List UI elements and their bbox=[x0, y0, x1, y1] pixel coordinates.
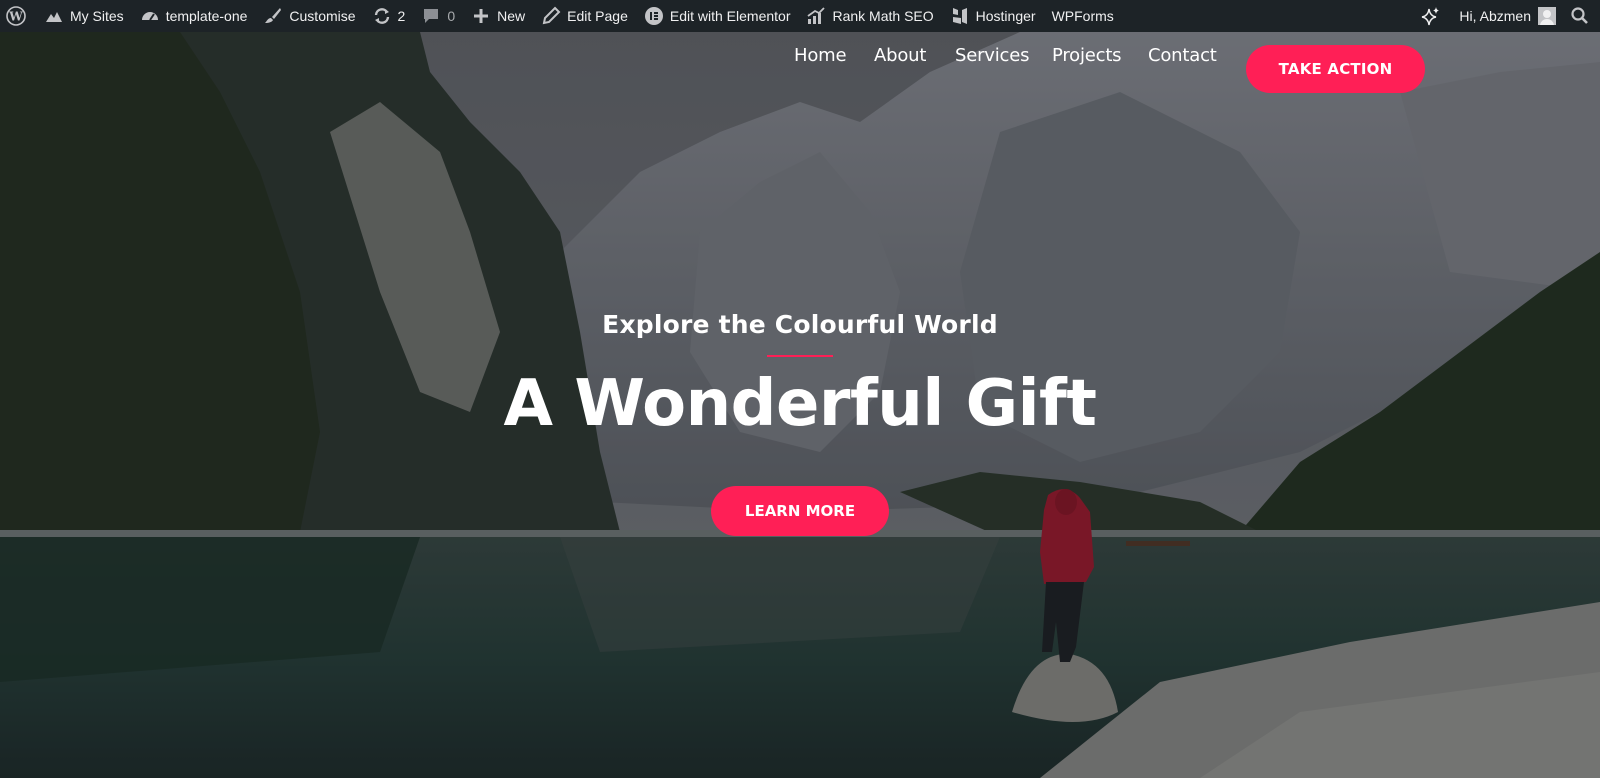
comments-icon bbox=[421, 6, 441, 26]
edit-page-link[interactable]: Edit Page bbox=[533, 0, 636, 32]
elementor-icon bbox=[644, 6, 664, 26]
nav-about[interactable]: About bbox=[874, 45, 926, 66]
brush-icon bbox=[263, 6, 283, 26]
hostinger-icon bbox=[950, 6, 970, 26]
admin-bar-right: Hi, Abzmen bbox=[1411, 0, 1600, 32]
take-action-button[interactable]: TAKE ACTION bbox=[1246, 45, 1425, 93]
avatar bbox=[1538, 7, 1556, 25]
site-name-label: template-one bbox=[165, 8, 248, 24]
wp-admin-bar: W My Sites template-one Customise 2 0 Ne… bbox=[0, 0, 1600, 32]
hero-divider bbox=[767, 355, 833, 357]
my-sites-label: My Sites bbox=[70, 8, 124, 24]
hero-title: A Wonderful Gift bbox=[503, 367, 1097, 441]
new-content-menu[interactable]: New bbox=[463, 0, 533, 32]
wpforms-menu[interactable]: WPForms bbox=[1044, 0, 1122, 32]
ai-assistant-button[interactable] bbox=[1411, 0, 1451, 32]
wpforms-label: WPForms bbox=[1051, 8, 1114, 24]
edit-with-elementor-link[interactable]: Edit with Elementor bbox=[636, 0, 799, 32]
hostinger-label: Hostinger bbox=[975, 8, 1036, 24]
learn-more-button[interactable]: LEARN MORE bbox=[711, 486, 889, 536]
sparkle-icon bbox=[1421, 6, 1441, 26]
nav-contact[interactable]: Contact bbox=[1148, 45, 1217, 66]
comments-link[interactable]: 0 bbox=[413, 0, 463, 32]
search-icon bbox=[1570, 6, 1590, 26]
pencil-icon bbox=[541, 6, 561, 26]
my-account-menu[interactable]: Hi, Abzmen bbox=[1451, 0, 1564, 32]
plus-icon bbox=[471, 6, 491, 26]
updates-icon bbox=[372, 6, 392, 26]
rank-math-menu[interactable]: Rank Math SEO bbox=[798, 0, 941, 32]
edit-page-label: Edit Page bbox=[567, 8, 628, 24]
my-sites-icon bbox=[44, 6, 64, 26]
admin-search-button[interactable] bbox=[1564, 0, 1600, 32]
dashboard-icon bbox=[140, 6, 160, 26]
updates-link[interactable]: 2 bbox=[364, 0, 414, 32]
rank-math-icon bbox=[806, 6, 826, 26]
svg-text:W: W bbox=[8, 10, 23, 24]
nav-projects[interactable]: Projects bbox=[1052, 45, 1122, 66]
nav-services[interactable]: Services bbox=[955, 45, 1030, 66]
hero-subtitle: Explore the Colourful World bbox=[602, 310, 998, 339]
site-name-menu[interactable]: template-one bbox=[132, 0, 256, 32]
greeting-label: Hi, Abzmen bbox=[1459, 8, 1531, 24]
edit-with-elementor-label: Edit with Elementor bbox=[669, 8, 791, 24]
wp-logo-menu[interactable]: W bbox=[0, 0, 36, 32]
nav-home[interactable]: Home bbox=[794, 45, 847, 66]
admin-bar-left: W My Sites template-one Customise 2 0 Ne… bbox=[0, 0, 1122, 32]
wordpress-icon: W bbox=[6, 6, 26, 26]
updates-count: 2 bbox=[397, 8, 406, 24]
hostinger-menu[interactable]: Hostinger bbox=[942, 0, 1044, 32]
customise-label: Customise bbox=[289, 8, 356, 24]
rank-math-label: Rank Math SEO bbox=[832, 8, 934, 24]
customise-link[interactable]: Customise bbox=[255, 0, 363, 32]
new-label: New bbox=[497, 8, 526, 24]
comments-count: 0 bbox=[447, 8, 456, 24]
hero-section: Home About Services Projects Contact TAK… bbox=[0, 32, 1600, 778]
my-sites-menu[interactable]: My Sites bbox=[36, 0, 132, 32]
